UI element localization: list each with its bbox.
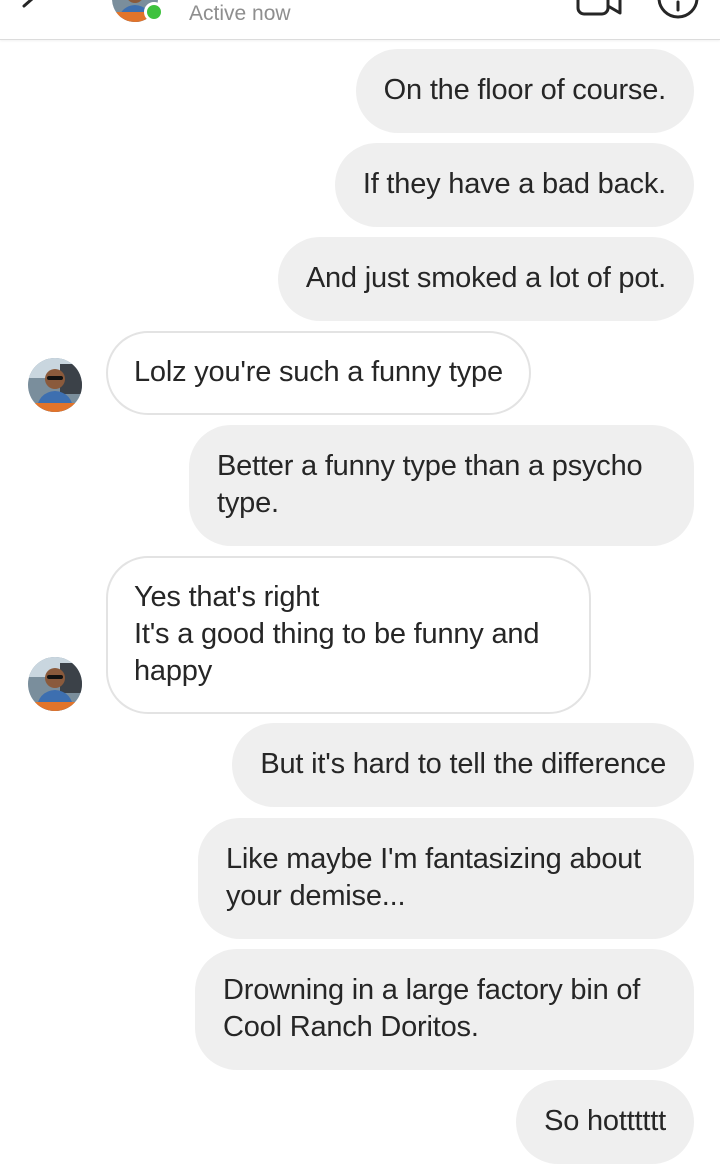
video-call-icon[interactable] bbox=[574, 0, 624, 18]
message-thread[interactable]: On the floor of course. If they have a b… bbox=[0, 0, 720, 1167]
contact-avatar[interactable] bbox=[28, 657, 82, 711]
message-bubble-sent[interactable]: If they have a bad back. bbox=[334, 143, 694, 227]
contact-avatar[interactable] bbox=[28, 358, 82, 412]
info-icon[interactable] bbox=[656, 0, 700, 20]
back-arrow-icon[interactable] bbox=[10, 0, 50, 20]
message-bubble-sent[interactable]: Better a funny type than a psycho type. bbox=[189, 425, 694, 546]
online-status-dot bbox=[144, 2, 164, 22]
message-bubble-sent[interactable]: And just smoked a lot of pot. bbox=[277, 237, 694, 321]
message-bubble-sent[interactable]: But it's hard to tell the difference bbox=[232, 723, 694, 807]
active-status-text: Active now bbox=[189, 2, 291, 25]
message-bubble-received[interactable]: Lolz you're such a funny type bbox=[106, 331, 531, 415]
message-bubble-sent[interactable]: Like maybe I'm fantasizing about your de… bbox=[198, 818, 694, 939]
message-bubble-sent[interactable]: So hotttttt bbox=[516, 1080, 694, 1164]
message-bubble-sent[interactable]: Drowning in a large factory bin of Cool … bbox=[195, 949, 694, 1070]
message-bubble-received[interactable]: Yes that's right It's a good thing to be… bbox=[106, 556, 591, 714]
message-bubble-sent[interactable]: On the floor of course. bbox=[355, 49, 694, 133]
chat-header: Active now bbox=[0, 0, 720, 40]
